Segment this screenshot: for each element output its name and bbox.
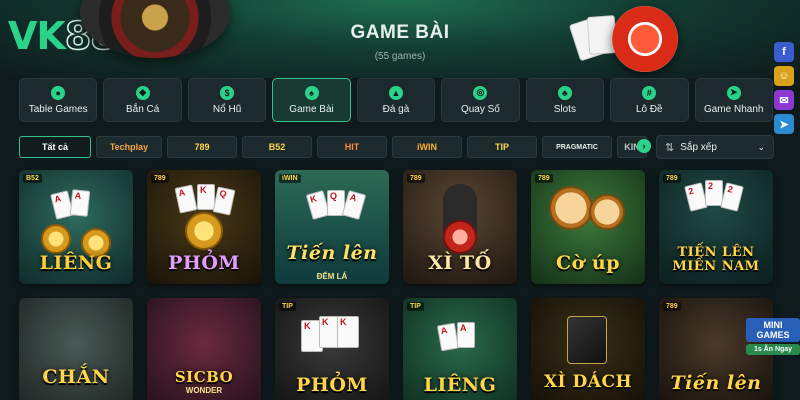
tab-game-bai[interactable]: ♠ Game Bài (272, 78, 351, 122)
chevron-right-icon[interactable]: › (637, 139, 651, 153)
game-card[interactable]: 789 XÌ TỐ (403, 170, 517, 284)
game-card[interactable]: A K Q 789 PHỎM (147, 170, 261, 284)
provider-techplay[interactable]: Techplay (96, 136, 162, 158)
messenger-icon[interactable]: ✉ (774, 90, 794, 110)
game-card[interactable]: K K K TIP PHỎM (275, 298, 389, 400)
chips-icon: ● (51, 85, 66, 100)
sort-icon: ⇅ (665, 141, 675, 154)
tab-table-games[interactable]: ● Table Games (19, 78, 98, 122)
game-card[interactable]: 789 Cờ úp (531, 170, 645, 284)
provider-b52[interactable]: B52 (242, 136, 312, 158)
provider-hit[interactable]: HIT (317, 136, 387, 158)
mini-games-promo[interactable]: MINI GAMES 1s Ăn Ngay (746, 318, 800, 362)
hero-banner: VK88 GAME BÀI (55 games) (0, 0, 800, 78)
lottery-ball-icon: ◎ (473, 85, 488, 100)
facebook-icon[interactable]: f (774, 42, 794, 62)
game-card[interactable]: 2 2 2 789 TIẾN LÊN MIỀN NAM (659, 170, 773, 284)
telegram-icon[interactable]: ➤ (774, 114, 794, 134)
game-card[interactable]: XÌ DÁCH (531, 298, 645, 400)
provider-pragmatic[interactable]: PRAGMATIC (542, 136, 612, 158)
support-icon[interactable]: ☺ (774, 66, 794, 86)
rocket-icon: ➤ (726, 85, 741, 100)
fish-icon: ◆ (135, 85, 150, 100)
game-card[interactable]: CHẮN (19, 298, 133, 400)
provider-iwin[interactable]: iWIN (392, 136, 462, 158)
tab-slots[interactable]: ♣ Slots (525, 78, 605, 122)
cards-icon: ♠ (304, 85, 319, 100)
provider-789[interactable]: 789 (167, 136, 237, 158)
game-card[interactable]: A A B52 LIÊNG (19, 170, 133, 284)
page-title: GAME BÀI (350, 22, 450, 43)
rooster-icon: ▲ (388, 85, 403, 100)
category-tabs: ● Table Games ◆ Bắn Cá $ Nổ Hũ ♠ Game Bài ▲ Đ… (19, 78, 773, 122)
game-card[interactable]: K Q A iWIN Tiến lên ĐẾM LÁ (275, 170, 389, 284)
social-sidebar: f ☺ ✉ ➤ (774, 42, 794, 134)
jackpot-icon: $ (220, 85, 235, 100)
game-card[interactable]: SICBO WONDER (147, 298, 261, 400)
tab-da-ga[interactable]: ▲ Đá gà (356, 78, 436, 122)
game-card[interactable]: A A TIP LIÊNG (403, 298, 517, 400)
tab-no-hu[interactable]: $ Nổ Hũ (187, 78, 267, 122)
chevron-down-icon: ⌄ (757, 141, 765, 152)
tab-lo-de[interactable]: # Lô Đề (610, 78, 689, 122)
provider-all[interactable]: Tất cả (19, 136, 91, 158)
sort-dropdown[interactable]: ⇅ Sắp xếp ⌄ (656, 135, 774, 159)
game-count: (55 games) (374, 51, 426, 62)
provider-tip[interactable]: TIP (467, 136, 537, 158)
cherry-icon: ♣ (557, 85, 572, 100)
number-icon: # (642, 85, 657, 100)
tab-quay-so[interactable]: ◎ Quay Số (441, 78, 520, 122)
tab-ban-ca[interactable]: ◆ Bắn Cá (103, 78, 182, 122)
tab-game-nhanh[interactable]: ➤ Game Nhanh (694, 78, 773, 122)
